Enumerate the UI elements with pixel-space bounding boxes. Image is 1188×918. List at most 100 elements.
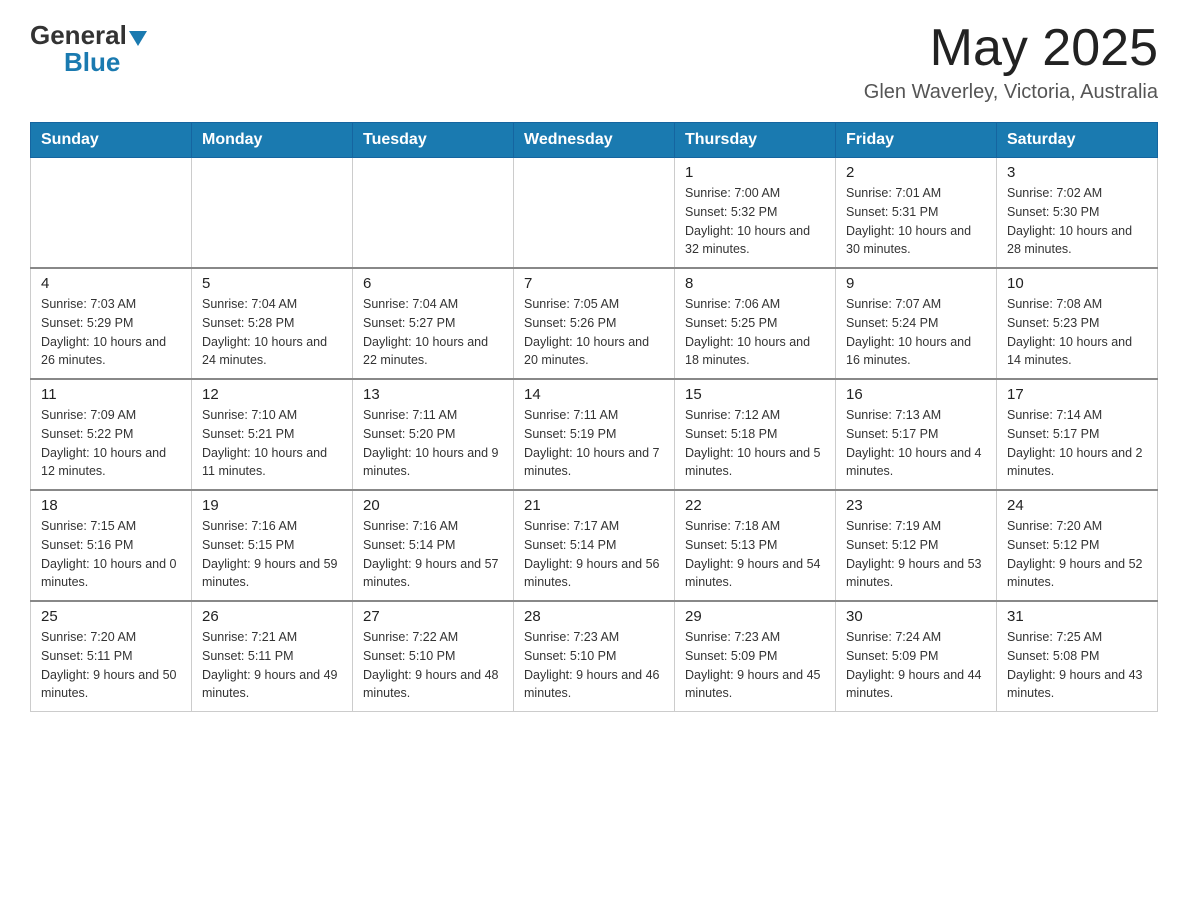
day-info: Sunrise: 7:04 AMSunset: 5:28 PMDaylight:… — [202, 295, 342, 370]
day-number: 3 — [1007, 164, 1147, 181]
calendar-cell: 27 Sunrise: 7:22 AMSunset: 5:10 PMDayligh… — [353, 601, 514, 712]
calendar-header-row: SundayMondayTuesdayWednesdayThursdayFrid… — [31, 123, 1158, 158]
calendar-cell — [514, 158, 675, 269]
day-info: Sunrise: 7:00 AMSunset: 5:32 PMDaylight:… — [685, 184, 825, 259]
calendar-cell: 20Sunrise: 7:16 AMSunset: 5:14 PMDayligh… — [353, 490, 514, 601]
day-number: 7 — [524, 275, 664, 292]
day-number: 26 — [202, 608, 342, 625]
calendar-cell: 28 Sunrise: 7:23 AMSunset: 5:10 PMDayligh… — [514, 601, 675, 712]
calendar-cell: 25 Sunrise: 7:20 AMSunset: 5:11 PMDayligh… — [31, 601, 192, 712]
calendar-cell: 4 Sunrise: 7:03 AMSunset: 5:29 PMDaylight… — [31, 268, 192, 379]
calendar-cell: 21Sunrise: 7:17 AMSunset: 5:14 PMDayligh… — [514, 490, 675, 601]
day-info: Sunrise: 7:11 AMSunset: 5:19 PMDaylight:… — [524, 406, 664, 481]
calendar-cell: 26Sunrise: 7:21 AMSunset: 5:11 PMDayligh… — [192, 601, 353, 712]
calendar-cell — [353, 158, 514, 269]
calendar-cell: 12Sunrise: 7:10 AMSunset: 5:21 PMDayligh… — [192, 379, 353, 490]
day-info: Sunrise: 7:07 AMSunset: 5:24 PMDaylight:… — [846, 295, 986, 370]
calendar-cell: 24 Sunrise: 7:20 AMSunset: 5:12 PMDayligh… — [997, 490, 1158, 601]
logo-triangle-icon — [129, 31, 147, 46]
calendar-cell: 23 Sunrise: 7:19 AMSunset: 5:12 PMDayligh… — [836, 490, 997, 601]
calendar-cell: 7 Sunrise: 7:05 AMSunset: 5:26 PMDaylight… — [514, 268, 675, 379]
day-info: Sunrise: 7:23 AMSunset: 5:10 PMDaylight:… — [524, 628, 664, 703]
day-number: 2 — [846, 164, 986, 181]
day-info: Sunrise: 7:25 AMSunset: 5:08 PMDaylight:… — [1007, 628, 1147, 703]
day-number: 23 — [846, 497, 986, 514]
calendar-header-sunday: Sunday — [31, 123, 192, 158]
calendar-cell: 9 Sunrise: 7:07 AMSunset: 5:24 PMDaylight… — [836, 268, 997, 379]
calendar-cell — [31, 158, 192, 269]
logo-blue-text: Blue — [64, 47, 120, 78]
calendar-cell: 6 Sunrise: 7:04 AMSunset: 5:27 PMDaylight… — [353, 268, 514, 379]
day-number: 6 — [363, 275, 503, 292]
calendar-cell — [192, 158, 353, 269]
day-info: Sunrise: 7:18 AMSunset: 5:13 PMDaylight:… — [685, 517, 825, 592]
day-info: Sunrise: 7:06 AMSunset: 5:25 PMDaylight:… — [685, 295, 825, 370]
calendar-cell: 22 Sunrise: 7:18 AMSunset: 5:13 PMDayligh… — [675, 490, 836, 601]
calendar-week-1: 1Sunrise: 7:00 AMSunset: 5:32 PMDaylight… — [31, 158, 1158, 269]
calendar-cell: 30 Sunrise: 7:24 AMSunset: 5:09 PMDayligh… — [836, 601, 997, 712]
day-number: 13 — [363, 386, 503, 403]
calendar-header-monday: Monday — [192, 123, 353, 158]
day-info: Sunrise: 7:10 AMSunset: 5:21 PMDaylight:… — [202, 406, 342, 481]
day-number: 20 — [363, 497, 503, 514]
day-info: Sunrise: 7:24 AMSunset: 5:09 PMDaylight:… — [846, 628, 986, 703]
calendar-cell: 16 Sunrise: 7:13 AMSunset: 5:17 PMDayligh… — [836, 379, 997, 490]
day-number: 31 — [1007, 608, 1147, 625]
day-info: Sunrise: 7:11 AMSunset: 5:20 PMDaylight:… — [363, 406, 503, 481]
day-info: Sunrise: 7:04 AMSunset: 5:27 PMDaylight:… — [363, 295, 503, 370]
calendar-week-3: 11 Sunrise: 7:09 AMSunset: 5:22 PMDayligh… — [31, 379, 1158, 490]
calendar-cell: 13 Sunrise: 7:11 AMSunset: 5:20 PMDayligh… — [353, 379, 514, 490]
day-number: 24 — [1007, 497, 1147, 514]
day-number: 11 — [41, 386, 181, 403]
day-info: Sunrise: 7:19 AMSunset: 5:12 PMDaylight:… — [846, 517, 986, 592]
day-number: 9 — [846, 275, 986, 292]
day-number: 4 — [41, 275, 181, 292]
day-info: Sunrise: 7:02 AMSunset: 5:30 PMDaylight:… — [1007, 184, 1147, 259]
day-info: Sunrise: 7:15 AMSunset: 5:16 PMDaylight:… — [41, 517, 181, 592]
day-number: 18 — [41, 497, 181, 514]
day-info: Sunrise: 7:05 AMSunset: 5:26 PMDaylight:… — [524, 295, 664, 370]
calendar-cell: 8 Sunrise: 7:06 AMSunset: 5:25 PMDaylight… — [675, 268, 836, 379]
calendar-cell: 17Sunrise: 7:14 AMSunset: 5:17 PMDayligh… — [997, 379, 1158, 490]
calendar-cell: 3 Sunrise: 7:02 AMSunset: 5:30 PMDaylight… — [997, 158, 1158, 269]
calendar-cell: 14 Sunrise: 7:11 AMSunset: 5:19 PMDayligh… — [514, 379, 675, 490]
calendar-cell: 2Sunrise: 7:01 AMSunset: 5:31 PMDaylight… — [836, 158, 997, 269]
page-header: General Blue May 2025 Glen Waverley, Vic… — [30, 20, 1158, 104]
day-number: 25 — [41, 608, 181, 625]
day-info: Sunrise: 7:23 AMSunset: 5:09 PMDaylight:… — [685, 628, 825, 703]
logo: General Blue — [30, 20, 149, 78]
day-number: 22 — [685, 497, 825, 514]
day-info: Sunrise: 7:09 AMSunset: 5:22 PMDaylight:… — [41, 406, 181, 481]
day-info: Sunrise: 7:13 AMSunset: 5:17 PMDaylight:… — [846, 406, 986, 481]
day-number: 28 — [524, 608, 664, 625]
day-info: Sunrise: 7:20 AMSunset: 5:11 PMDaylight:… — [41, 628, 181, 703]
day-info: Sunrise: 7:16 AMSunset: 5:15 PMDaylight:… — [202, 517, 342, 592]
calendar-cell: 10 Sunrise: 7:08 AMSunset: 5:23 PMDayligh… — [997, 268, 1158, 379]
day-number: 30 — [846, 608, 986, 625]
day-number: 10 — [1007, 275, 1147, 292]
day-number: 16 — [846, 386, 986, 403]
calendar-header-tuesday: Tuesday — [353, 123, 514, 158]
day-number: 27 — [363, 608, 503, 625]
day-number: 15 — [685, 386, 825, 403]
day-number: 19 — [202, 497, 342, 514]
day-info: Sunrise: 7:20 AMSunset: 5:12 PMDaylight:… — [1007, 517, 1147, 592]
day-info: Sunrise: 7:08 AMSunset: 5:23 PMDaylight:… — [1007, 295, 1147, 370]
location-text: Glen Waverley, Victoria, Australia — [864, 81, 1158, 104]
day-number: 21 — [524, 497, 664, 514]
day-info: Sunrise: 7:12 AMSunset: 5:18 PMDaylight:… — [685, 406, 825, 481]
logo-triangle-area — [127, 28, 149, 43]
day-info: Sunrise: 7:03 AMSunset: 5:29 PMDaylight:… — [41, 295, 181, 370]
calendar-header-thursday: Thursday — [675, 123, 836, 158]
day-number: 17 — [1007, 386, 1147, 403]
calendar-cell: 19 Sunrise: 7:16 AMSunset: 5:15 PMDayligh… — [192, 490, 353, 601]
calendar-cell: 18 Sunrise: 7:15 AMSunset: 5:16 PMDayligh… — [31, 490, 192, 601]
calendar-header-friday: Friday — [836, 123, 997, 158]
calendar-cell: 15 Sunrise: 7:12 AMSunset: 5:18 PMDayligh… — [675, 379, 836, 490]
calendar-cell: 1Sunrise: 7:00 AMSunset: 5:32 PMDaylight… — [675, 158, 836, 269]
day-number: 14 — [524, 386, 664, 403]
day-info: Sunrise: 7:22 AMSunset: 5:10 PMDaylight:… — [363, 628, 503, 703]
day-number: 29 — [685, 608, 825, 625]
calendar-cell: 5Sunrise: 7:04 AMSunset: 5:28 PMDaylight… — [192, 268, 353, 379]
day-number: 8 — [685, 275, 825, 292]
